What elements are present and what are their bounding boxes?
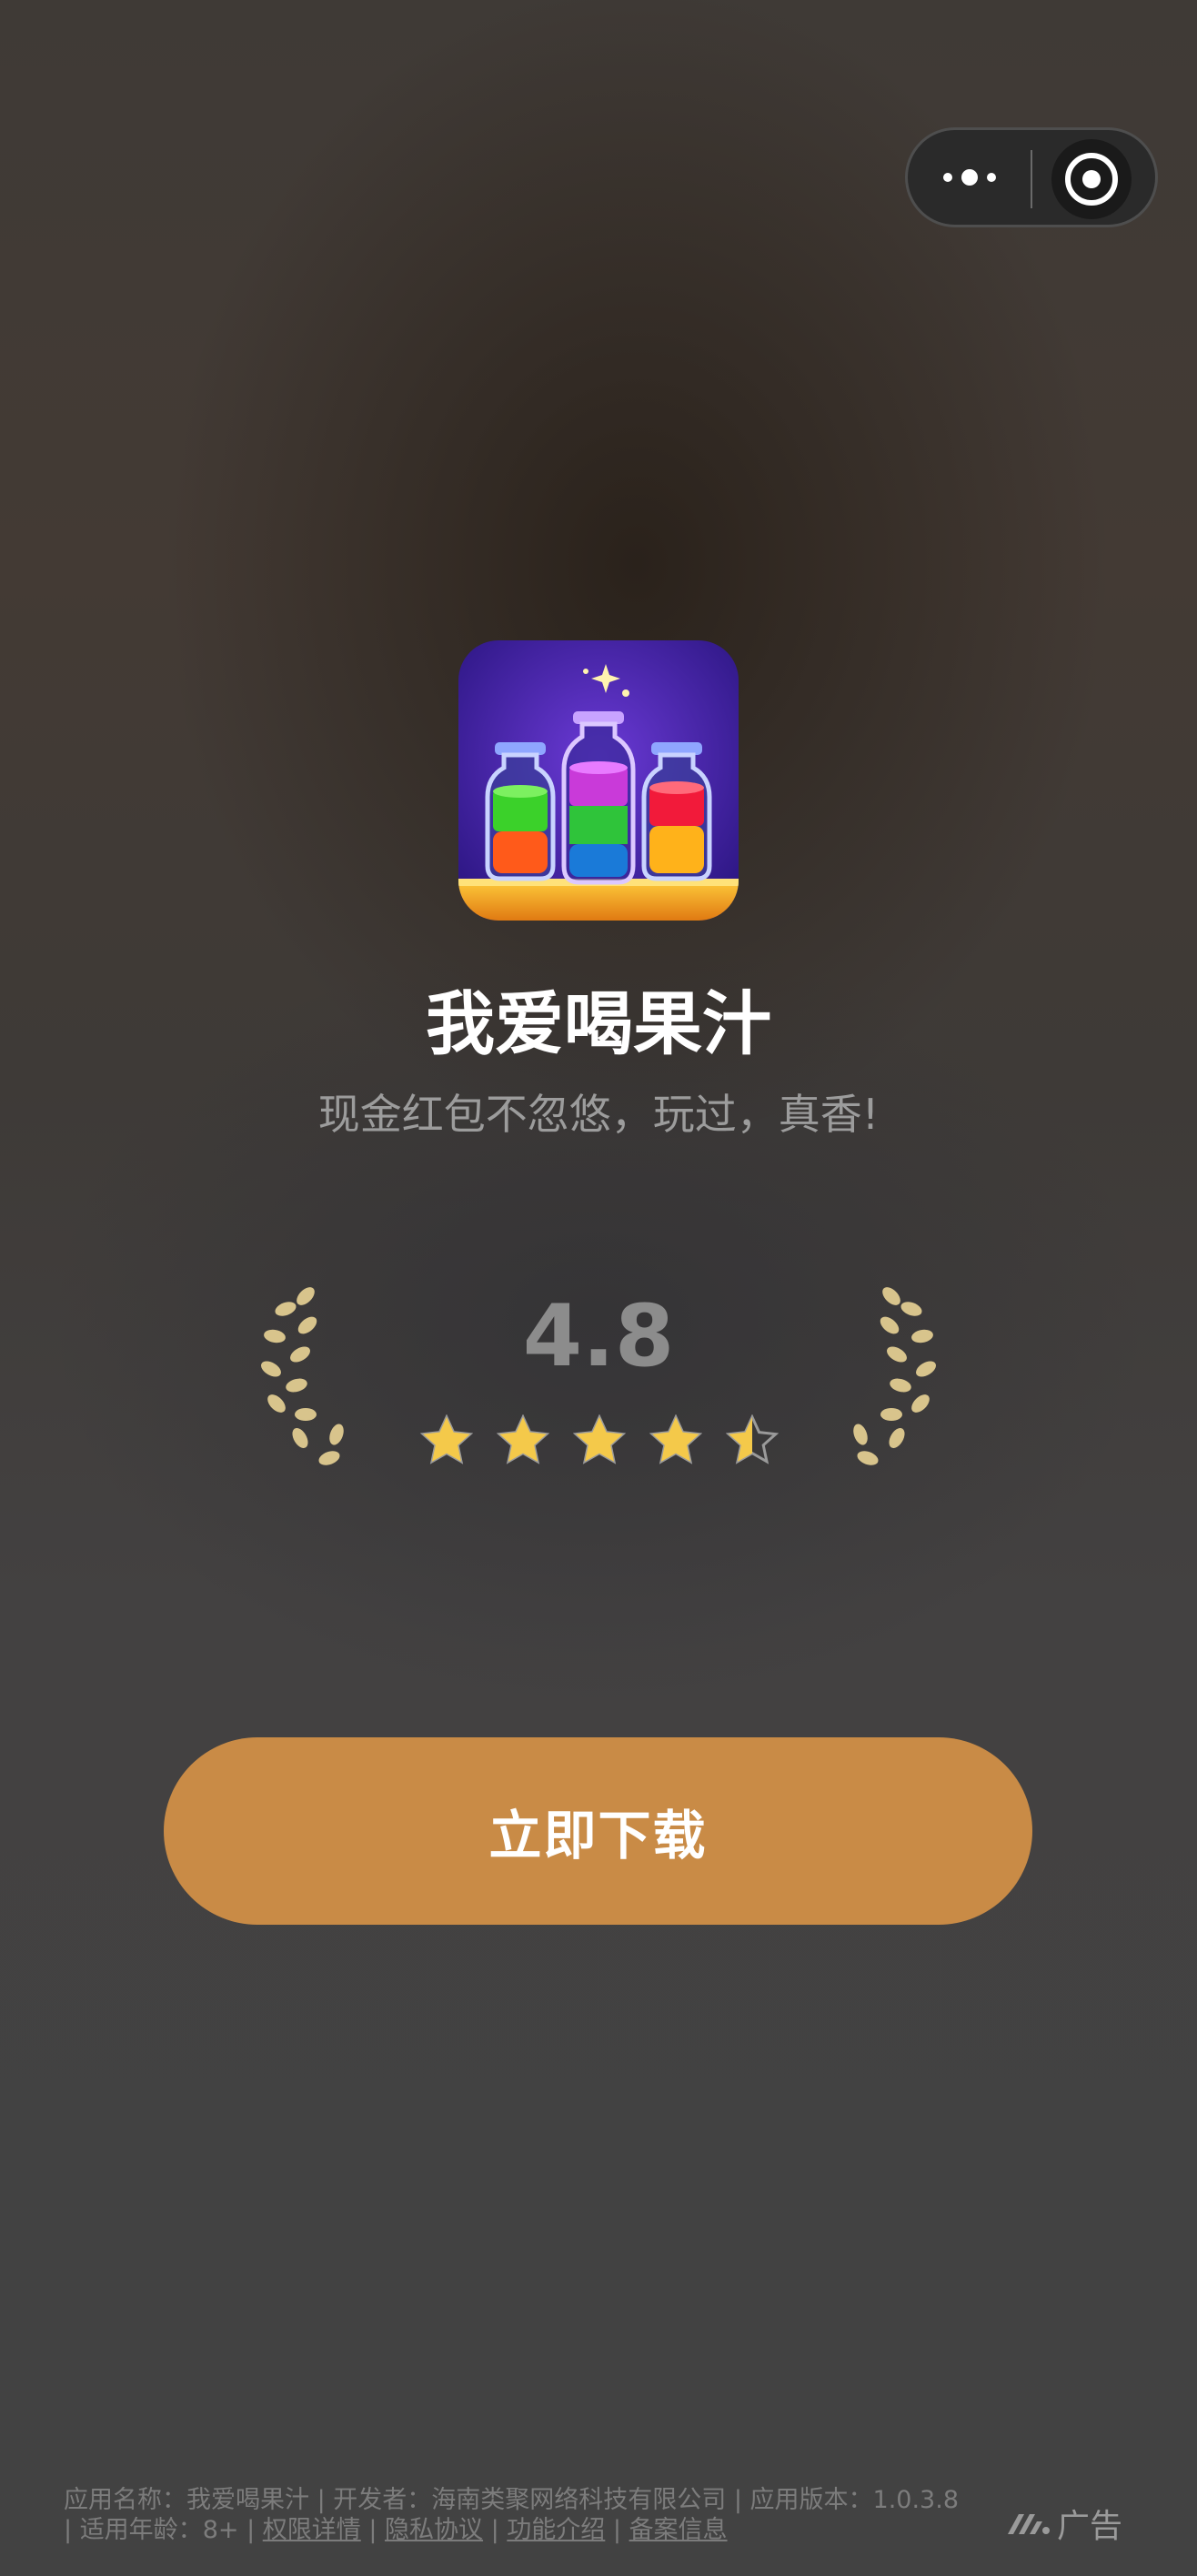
app-info-footer: 应用名称：我爱喝果汁 | 开发者：海南类聚网络科技有限公司 | 应用版本：1.0… <box>64 2485 973 2545</box>
juice-bottles-app-icon <box>458 640 739 921</box>
version-value: 1.0.3.8 <box>872 2486 959 2514</box>
features-link[interactable]: 功能介绍 <box>507 2516 605 2544</box>
app-icon <box>458 640 739 921</box>
separator: | <box>64 2516 80 2544</box>
developer-name: 海南类聚网络科技有限公司 <box>431 2486 727 2514</box>
more-button[interactable] <box>908 130 1031 225</box>
separator: | <box>726 2486 750 2514</box>
app-name-label: 应用名称： <box>64 2486 186 2514</box>
star-full-icon <box>573 1414 626 1464</box>
filing-link[interactable]: 备案信息 <box>629 2516 728 2544</box>
ad-label: 广告 <box>1057 2508 1123 2545</box>
star-full-icon <box>497 1414 549 1464</box>
developer-label: 开发者： <box>333 2486 432 2514</box>
close-target-icon <box>1065 153 1118 206</box>
separator: | <box>238 2516 263 2544</box>
capsule-divider <box>1031 150 1032 208</box>
age-label: 适用年龄： <box>79 2516 203 2544</box>
version-label: 应用版本： <box>749 2486 873 2514</box>
star-half-icon <box>726 1414 779 1464</box>
star-full-icon <box>420 1414 473 1464</box>
ad-tag: 广告 <box>1006 2503 1122 2545</box>
app-slogan: 现金红包不忽悠，玩过，真香! <box>317 1090 880 1139</box>
more-dots-icon <box>939 169 1001 186</box>
footer-app-name: 我爱喝果汁 <box>186 2486 309 2514</box>
separator: | <box>605 2516 629 2544</box>
close-button[interactable] <box>1051 139 1132 219</box>
star-full-icon <box>649 1414 702 1464</box>
ad-logo-icon <box>1008 2514 1050 2534</box>
separator: | <box>309 2486 334 2514</box>
download-button[interactable]: 立即下载 <box>164 1737 1032 1925</box>
separator: | <box>360 2516 386 2544</box>
permissions-link[interactable]: 权限详情 <box>263 2516 361 2544</box>
rating-score: 4.8 <box>522 1287 675 1386</box>
privacy-link[interactable]: 隐私协议 <box>385 2516 483 2544</box>
capsule-menu <box>905 127 1158 227</box>
age-value: 8+ <box>202 2516 239 2544</box>
app-name: 我爱喝果汁 <box>426 983 771 1064</box>
separator: | <box>483 2516 508 2544</box>
